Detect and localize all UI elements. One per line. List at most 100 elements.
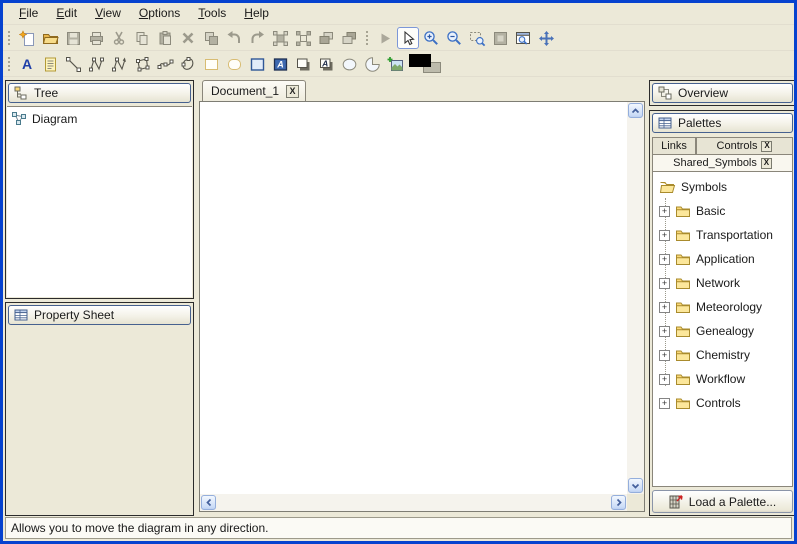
duplicate-button[interactable] (200, 27, 222, 49)
run-layout-button[interactable] (374, 27, 396, 49)
new-document-button[interactable] (16, 27, 38, 49)
chevron-up-icon (631, 108, 640, 114)
pan-button[interactable] (535, 27, 557, 49)
undo-button[interactable] (223, 27, 245, 49)
palette-folder-genealogy[interactable]: + Genealogy (653, 319, 792, 343)
diagram-canvas[interactable] (199, 101, 645, 512)
scroll-up-button[interactable] (628, 103, 643, 118)
polyline-arrow-tool-button[interactable] (108, 53, 130, 75)
menu-view[interactable]: View (86, 4, 130, 23)
polyline-tool-button[interactable] (85, 53, 107, 75)
tab-shared-symbols-close-icon[interactable]: X (761, 158, 772, 169)
palette-tab-row-1: Links Controls X (652, 137, 793, 154)
closed-spline-tool-button[interactable] (177, 53, 199, 75)
save-button[interactable] (62, 27, 84, 49)
palette-folder-transportation[interactable]: + Transportation (653, 223, 792, 247)
palette-folder-chemistry[interactable]: + Chemistry (653, 343, 792, 367)
toolbar-grip[interactable] (365, 30, 369, 47)
expand-icon[interactable]: + (659, 326, 670, 337)
document-tab-close-icon[interactable]: X (286, 85, 299, 98)
palette-folder-workflow[interactable]: + Workflow (653, 367, 792, 391)
tab-controls[interactable]: Controls X (696, 137, 793, 154)
palette-folder-controls[interactable]: + Controls (653, 391, 792, 415)
line-tool-button[interactable] (62, 53, 84, 75)
horizontal-scrollbar[interactable] (200, 494, 627, 511)
tab-controls-close-icon[interactable]: X (761, 141, 772, 152)
overview-window-button[interactable] (512, 27, 534, 49)
closed-spline-icon (180, 56, 197, 73)
shadow-label-rectangle-tool-button[interactable]: A (315, 53, 337, 75)
rich-text-tool-button[interactable] (39, 53, 61, 75)
tab-links-label: Links (661, 140, 687, 152)
pie-tool-button[interactable] (361, 53, 383, 75)
palette-folder-label: Meteorology (696, 300, 762, 314)
add-image-tool-button[interactable] (384, 53, 406, 75)
run-icon (377, 30, 394, 47)
open-button[interactable] (39, 27, 61, 49)
expand-icon[interactable]: + (659, 350, 670, 361)
scroll-down-button[interactable] (628, 478, 643, 493)
status-message: Allows you to move the diagram in any di… (5, 517, 792, 539)
expand-icon[interactable]: + (659, 254, 670, 265)
palette-folder-basic[interactable]: + Basic (653, 199, 792, 223)
scroll-left-button[interactable] (201, 495, 216, 510)
fill-color-swatch (409, 54, 431, 67)
shadow-rectangle-tool-button[interactable] (292, 53, 314, 75)
expand-icon[interactable]: + (659, 374, 670, 385)
ungroup-button[interactable] (292, 27, 314, 49)
tab-shared-symbols[interactable]: Shared_Symbols X (652, 154, 793, 171)
group-button[interactable] (269, 27, 291, 49)
palettes-header[interactable]: Palettes (652, 113, 793, 133)
menu-edit[interactable]: Edit (47, 4, 86, 23)
tab-links[interactable]: Links (652, 137, 696, 154)
text-tool-button[interactable]: A (16, 53, 38, 75)
label-rectangle-tool-button[interactable]: A (269, 53, 291, 75)
palette-tree-root[interactable]: Symbols (653, 175, 792, 199)
expand-icon[interactable]: + (659, 398, 670, 409)
rounded-rectangle-tool-button[interactable] (223, 53, 245, 75)
send-to-back-button[interactable] (338, 27, 360, 49)
cut-button[interactable] (108, 27, 130, 49)
expand-icon[interactable]: + (659, 302, 670, 313)
expand-icon[interactable]: + (659, 278, 670, 289)
folder-icon (675, 229, 691, 242)
expand-icon[interactable]: + (659, 206, 670, 217)
ellipse-tool-button[interactable] (338, 53, 360, 75)
zoom-out-button[interactable] (443, 27, 465, 49)
menu-tools[interactable]: Tools (189, 4, 235, 23)
zoom-area-button[interactable] (466, 27, 488, 49)
toolbar-grip[interactable] (7, 30, 11, 47)
palette-folder-meteorology[interactable]: + Meteorology (653, 295, 792, 319)
bring-to-front-button[interactable] (315, 27, 337, 49)
menu-help[interactable]: Help (235, 4, 278, 23)
vertical-scrollbar[interactable] (627, 102, 644, 494)
print-button[interactable] (85, 27, 107, 49)
menu-options[interactable]: Options (130, 4, 189, 23)
overview-header[interactable]: Overview (652, 83, 793, 103)
paste-button[interactable] (154, 27, 176, 49)
polygon-tool-button[interactable] (131, 53, 153, 75)
property-sheet-header[interactable]: Property Sheet (8, 305, 191, 325)
redo-button[interactable] (246, 27, 268, 49)
filled-rectangle-tool-button[interactable] (246, 53, 268, 75)
menu-file[interactable]: File (10, 4, 47, 23)
palette-folder-network[interactable]: + Network (653, 271, 792, 295)
tree-item-diagram[interactable]: Diagram (7, 107, 192, 126)
select-tool-button[interactable] (397, 27, 419, 49)
expand-icon[interactable]: + (659, 230, 670, 241)
save-icon (65, 30, 82, 47)
delete-button[interactable] (177, 27, 199, 49)
toolbar-grip[interactable] (7, 56, 11, 73)
palette-folder-label: Genealogy (696, 324, 754, 338)
palette-folder-application[interactable]: + Application (653, 247, 792, 271)
document-tab[interactable]: Document_1 X (202, 80, 306, 101)
zoom-in-button[interactable] (420, 27, 442, 49)
load-palette-button[interactable]: Load a Palette... (652, 490, 793, 513)
scroll-right-button[interactable] (611, 495, 626, 510)
spline-tool-button[interactable] (154, 53, 176, 75)
rectangle-tool-button[interactable] (200, 53, 222, 75)
tree-panel-header[interactable]: Tree (8, 83, 191, 103)
fit-to-contents-button[interactable] (489, 27, 511, 49)
color-swatches-button[interactable] (407, 53, 445, 75)
copy-button[interactable] (131, 27, 153, 49)
